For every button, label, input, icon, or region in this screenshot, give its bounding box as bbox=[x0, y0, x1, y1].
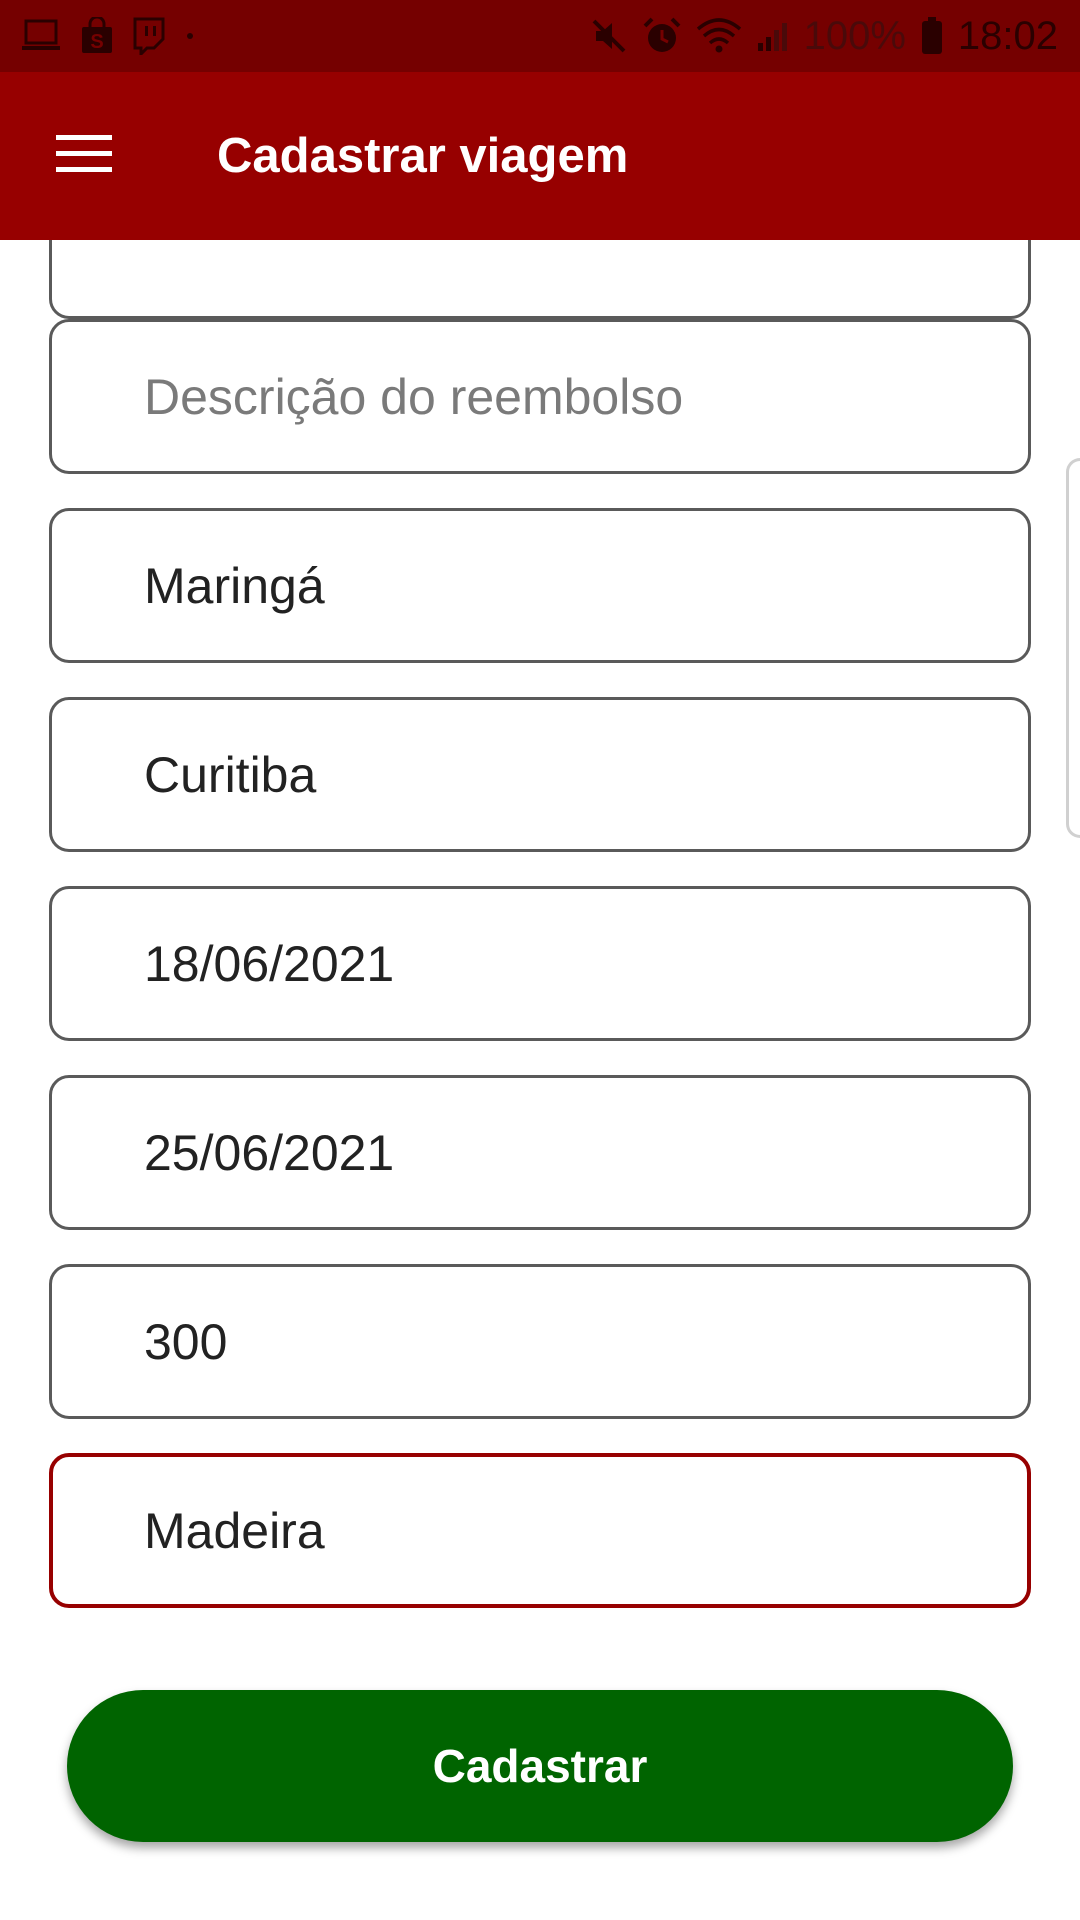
reimbursement-description-field[interactable] bbox=[49, 319, 1031, 474]
laptop-icon bbox=[22, 18, 62, 54]
vehicle-input[interactable] bbox=[144, 1457, 1004, 1604]
menu-button[interactable] bbox=[40, 112, 128, 200]
app-bar: Cadastrar viagem bbox=[0, 72, 1080, 240]
signal-icon bbox=[756, 19, 790, 53]
amount-input[interactable] bbox=[144, 1267, 1004, 1416]
departure-date-field[interactable] bbox=[49, 886, 1031, 1041]
status-left-icons: S bbox=[22, 17, 196, 55]
shopping-bag-icon: S bbox=[80, 17, 114, 55]
submit-button[interactable]: Cadastrar bbox=[67, 1690, 1013, 1842]
wifi-icon bbox=[696, 17, 742, 55]
departure-date-input[interactable] bbox=[144, 889, 1004, 1038]
previous-field-input[interactable] bbox=[144, 240, 1004, 316]
reimbursement-description-input[interactable] bbox=[144, 322, 1004, 471]
svg-text:S: S bbox=[90, 31, 103, 53]
return-date-input[interactable] bbox=[144, 1078, 1004, 1227]
return-date-field[interactable] bbox=[49, 1075, 1031, 1230]
status-bar: S 100% 18:02 bbox=[0, 0, 1080, 72]
vehicle-field[interactable] bbox=[49, 1453, 1031, 1608]
destination-input[interactable] bbox=[144, 700, 1004, 849]
hamburger-menu-icon bbox=[56, 133, 112, 180]
mute-icon bbox=[590, 17, 628, 55]
origin-input[interactable] bbox=[144, 511, 1004, 660]
destination-field[interactable] bbox=[49, 697, 1031, 852]
screen: S 100% 18:02 Cadastrar viagem Descrição … bbox=[0, 0, 1080, 1920]
page-title: Cadastrar viagem bbox=[217, 129, 629, 183]
amount-field[interactable] bbox=[49, 1264, 1031, 1419]
previous-field[interactable] bbox=[49, 240, 1031, 319]
status-right-icons: 100% 18:02 bbox=[590, 14, 1058, 59]
origin-field[interactable] bbox=[49, 508, 1031, 663]
twitch-icon bbox=[132, 17, 166, 55]
scrollbar[interactable] bbox=[1066, 458, 1080, 838]
clock: 18:02 bbox=[957, 13, 1058, 58]
battery-icon bbox=[920, 16, 944, 56]
travel-form bbox=[0, 240, 1080, 1920]
alarm-icon bbox=[642, 16, 682, 56]
battery-percentage: 100% bbox=[803, 13, 906, 58]
dot-icon bbox=[184, 30, 196, 42]
